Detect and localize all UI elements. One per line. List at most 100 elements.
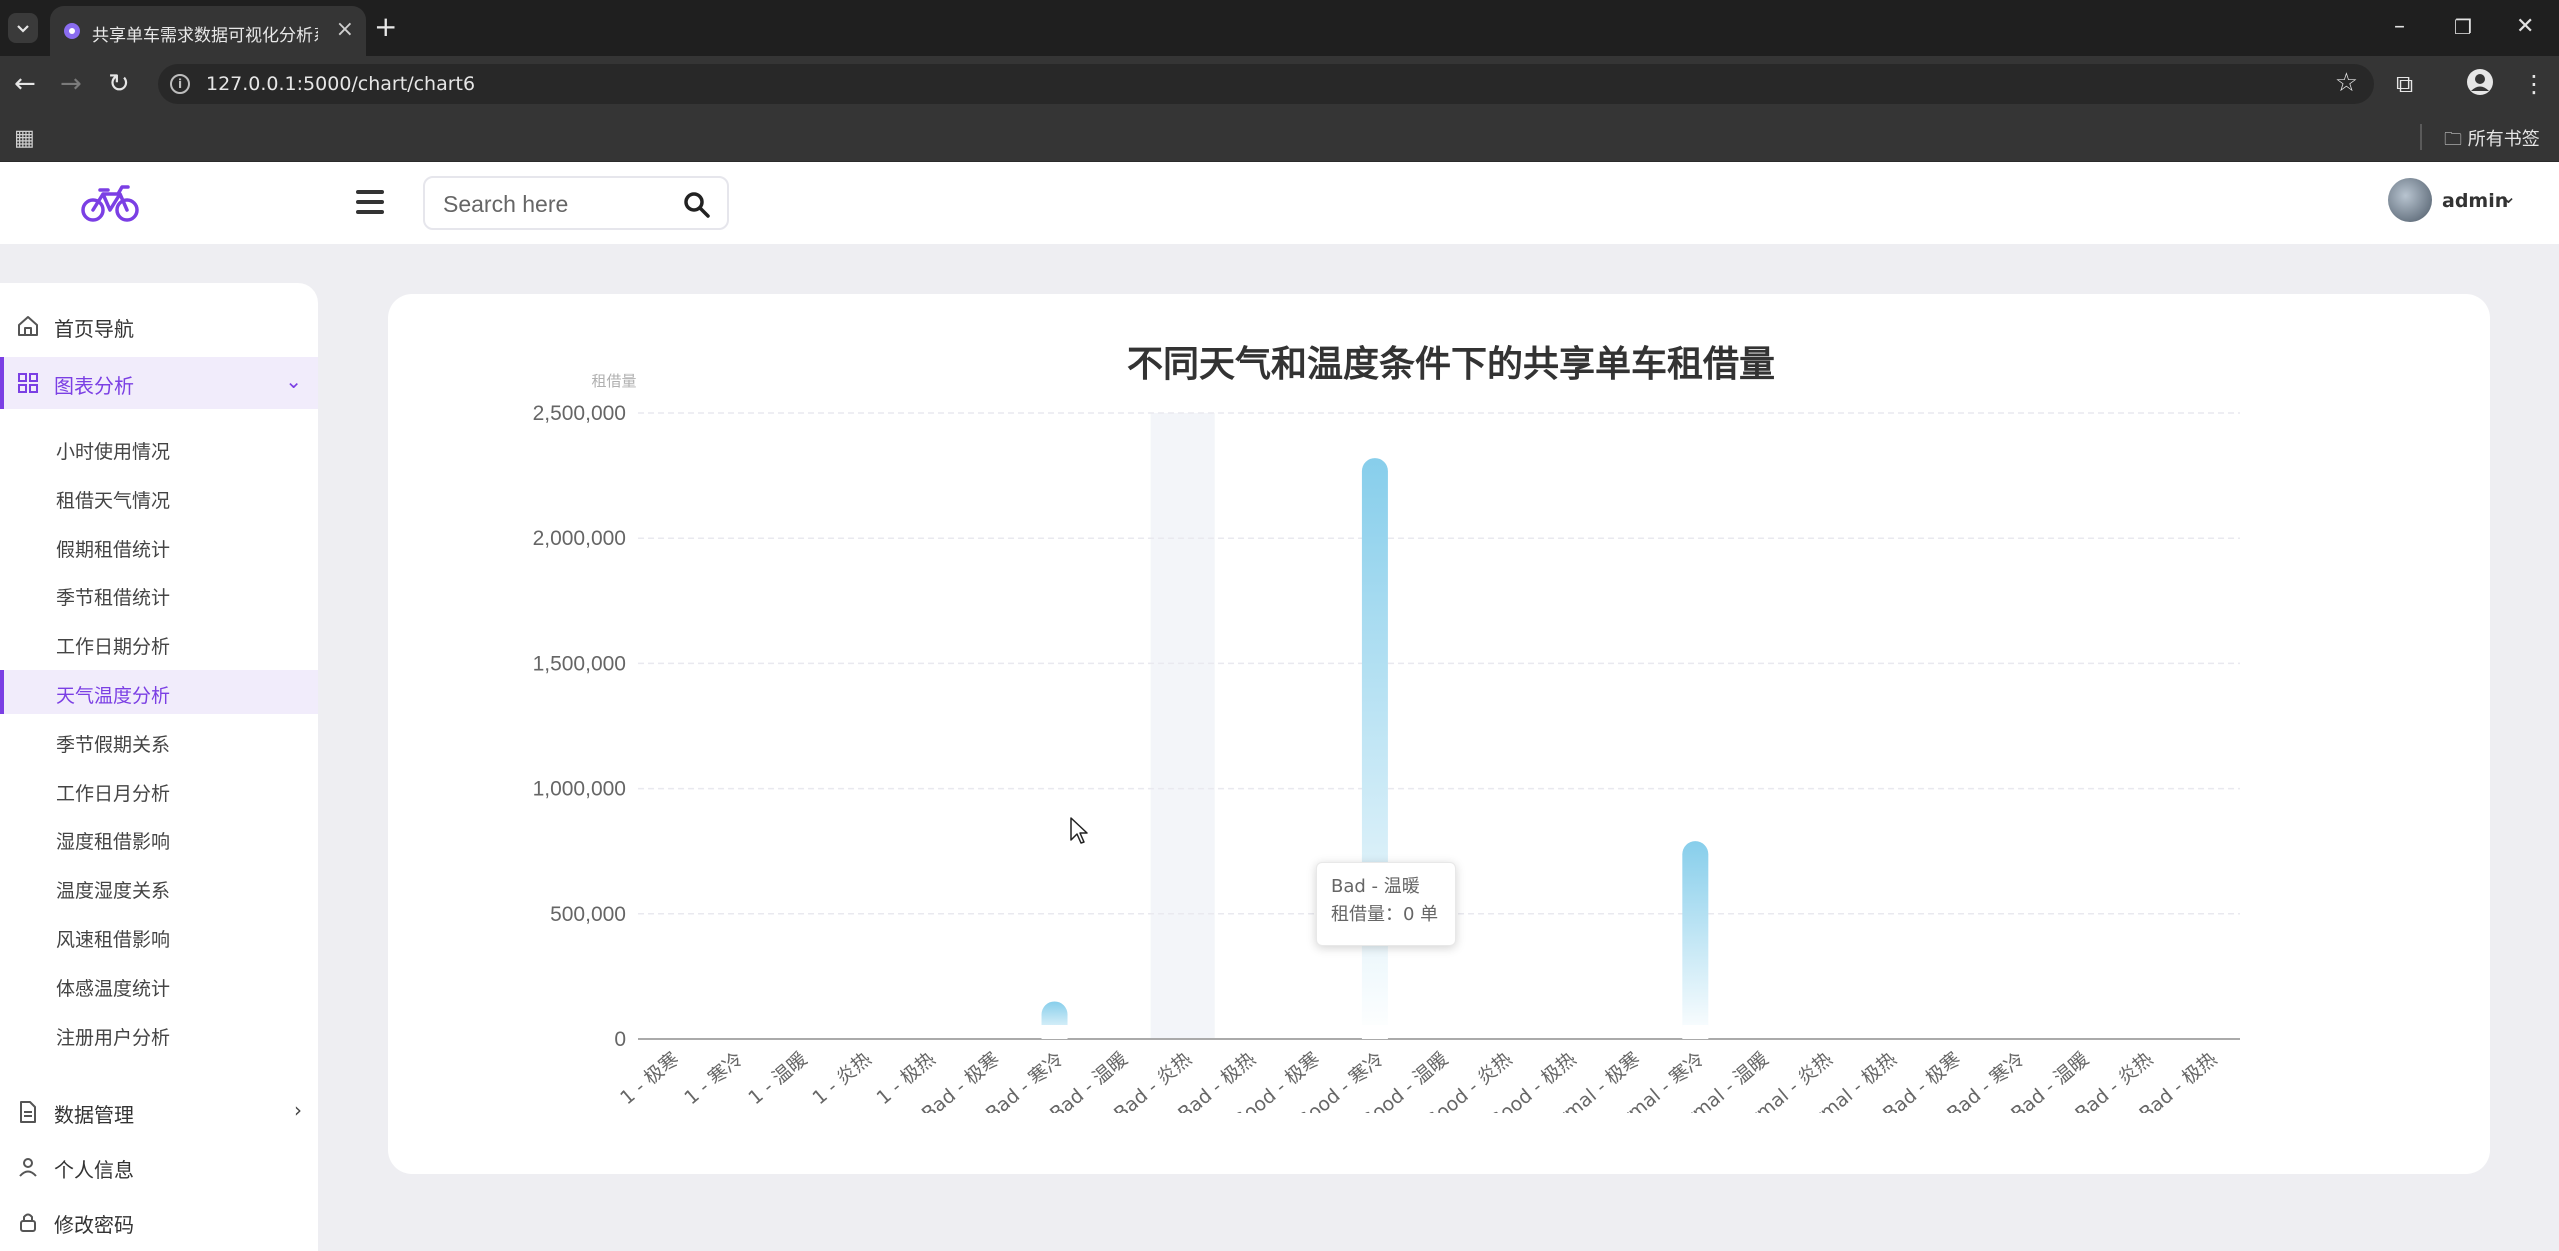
submenu-item[interactable]: 天气温度分析 bbox=[0, 670, 318, 714]
y-tick-label: 0 bbox=[614, 1028, 626, 1051]
new-tab-button[interactable]: + bbox=[374, 10, 397, 44]
chevron-down-icon: ⌄ bbox=[285, 369, 302, 393]
mouse-cursor-icon bbox=[1070, 817, 1088, 844]
submenu-item[interactable]: 季节假期关系 bbox=[0, 719, 318, 763]
bar-chart: 不同天气和温度条件下的共享单车租借量租借量 0 500,000 1,000,000 1,… bbox=[533, 344, 2240, 1156]
close-window-button[interactable]: ✕ bbox=[2516, 12, 2534, 42]
omnibox[interactable]: i 127.0.0.1:5000/chart/chart6 ☆ bbox=[158, 64, 2374, 104]
sidebar-item-label: 修改密码 bbox=[54, 1213, 134, 1237]
chevron-down-icon bbox=[17, 25, 29, 33]
submenu-item-label: 工作日月分析 bbox=[56, 782, 171, 805]
submenu-item-label: 假期租借统计 bbox=[56, 538, 171, 561]
sidebar: 首页导航 图表分析 ⌄ 小时使用情况 租借天气情况 假期租借统计 季节租借统计 工作日期… bbox=[0, 283, 318, 1251]
site-info-icon[interactable]: i bbox=[170, 74, 190, 94]
x-tick-label: Very Bad - 极寒 bbox=[1842, 1048, 1965, 1156]
sidebar-item-label: 数据管理 bbox=[54, 1103, 134, 1127]
file-icon bbox=[20, 1101, 36, 1123]
submenu-item-label: 注册用户分析 bbox=[56, 1026, 171, 1049]
close-tab-icon[interactable]: × bbox=[336, 18, 354, 42]
profile-icon[interactable] bbox=[2466, 68, 2494, 104]
bookmarks-divider bbox=[2420, 124, 2422, 150]
y-tick-label: 2,500,000 bbox=[533, 402, 626, 425]
x-tick-labels: 1 - 极寒1 - 寒冷1 - 温暖1 - 炎热1 - 极热Bad - 极寒Ba… bbox=[616, 1048, 2221, 1156]
submenu-item-label: 小时使用情况 bbox=[56, 441, 171, 463]
chart-tooltip: Bad - 温暖 租借量：0 单 bbox=[1316, 862, 1456, 946]
search-icon[interactable] bbox=[683, 191, 711, 219]
x-tick-label: Very Bad - 寒冷 bbox=[1906, 1048, 2029, 1156]
submenu-item[interactable]: 体感温度统计 bbox=[0, 963, 318, 1007]
extensions-icon[interactable]: ⧉ bbox=[2396, 68, 2413, 100]
submenu-item-label: 季节假期关系 bbox=[56, 733, 171, 756]
sidebar-item-profile[interactable]: 个人信息 bbox=[0, 1141, 318, 1193]
all-bookmarks-button[interactable]: 🗀 所有书签 bbox=[2444, 125, 2540, 157]
bar-base bbox=[1682, 1025, 1709, 1039]
sidebar-item-label: 个人信息 bbox=[54, 1158, 134, 1182]
chevron-right-icon: › bbox=[294, 1098, 302, 1122]
x-tick-label: Very Bad - 炎热 bbox=[2034, 1048, 2157, 1156]
bicycle-logo-icon[interactable] bbox=[80, 182, 140, 224]
tooltip-title: Bad - 温暖 bbox=[1331, 876, 1420, 897]
submenu-item-label: 湿度租借影响 bbox=[56, 831, 171, 854]
apps-grid-icon[interactable]: ▦ bbox=[14, 126, 35, 151]
submenu-item-label: 季节租借统计 bbox=[56, 587, 171, 610]
y-axis-label: 租借量 bbox=[591, 372, 636, 390]
y-tick-label: 2,000,000 bbox=[533, 527, 626, 550]
submenu-item[interactable]: 工作日期分析 bbox=[0, 621, 318, 665]
sidebar-item-label: 图表分析 bbox=[54, 374, 134, 398]
sidebar-item-change-password[interactable]: 修改密码 bbox=[0, 1196, 318, 1248]
submenu-item[interactable]: 注册用户分析 bbox=[0, 1012, 318, 1056]
restore-button[interactable]: ❐ bbox=[2454, 12, 2472, 42]
back-icon[interactable]: ← bbox=[14, 68, 36, 100]
avatar[interactable] bbox=[2388, 178, 2432, 222]
submenu-item[interactable]: 季节租借统计 bbox=[0, 572, 318, 616]
forward-icon[interactable]: → bbox=[60, 68, 82, 100]
submenu-item[interactable]: 湿度租借影响 bbox=[0, 816, 318, 860]
minimize-button[interactable]: – bbox=[2394, 12, 2405, 42]
submenu-item-label: 风速租借影响 bbox=[56, 929, 171, 951]
browser-tab-bar: 共享单车需求数据可视化分析系统 × + – ❐ ✕ bbox=[0, 0, 2559, 56]
bar bbox=[1361, 458, 1388, 1039]
home-icon bbox=[18, 316, 38, 336]
search-input[interactable] bbox=[443, 190, 663, 218]
chart-title: 不同天气和温度条件下的共享单车租借量 bbox=[1127, 344, 1775, 385]
tab-search-button[interactable] bbox=[8, 13, 38, 43]
bar-base bbox=[1041, 1025, 1068, 1039]
user-icon bbox=[19, 1158, 37, 1177]
sidebar-item-home[interactable]: 首页导航 bbox=[0, 300, 318, 352]
submenu-item-label: 工作日期分析 bbox=[56, 636, 171, 659]
tab-title: 共享单车需求数据可视化分析系统 bbox=[92, 26, 318, 46]
sidebar-item-data-management[interactable]: 数据管理 › bbox=[0, 1086, 318, 1138]
sidebar-item-charts[interactable]: 图表分析 ⌄ bbox=[0, 357, 318, 409]
submenu-item-label: 温度湿度关系 bbox=[56, 880, 171, 903]
address-bar-row: ← → ↻ i 127.0.0.1:5000/chart/chart6 ☆ ⧉ … bbox=[0, 56, 2559, 112]
grid-icon bbox=[18, 373, 38, 393]
url-text[interactable]: 127.0.0.1:5000/chart/chart6 bbox=[206, 73, 475, 95]
y-tick-label: 500,000 bbox=[550, 903, 626, 926]
submenu-item[interactable]: 温度湿度关系 bbox=[0, 865, 318, 909]
x-tick-label: 1 - 温暖 bbox=[744, 1048, 811, 1109]
submenu-item[interactable]: 假期租借统计 bbox=[0, 524, 318, 568]
reload-icon[interactable]: ↻ bbox=[108, 68, 130, 100]
y-tick-label: 1,500,000 bbox=[533, 652, 626, 675]
folder-icon: 🗀 bbox=[2444, 129, 2462, 150]
all-bookmarks-label: 所有书签 bbox=[2467, 129, 2540, 150]
x-tick-label: 1 - 炎热 bbox=[808, 1048, 875, 1109]
x-tick-label: 1 - 极寒 bbox=[616, 1048, 683, 1109]
hamburger-menu-icon[interactable] bbox=[356, 190, 384, 214]
sidebar-item-label: 首页导航 bbox=[54, 317, 134, 341]
submenu-item-label: 租借天气情况 bbox=[56, 489, 171, 512]
submenu-item[interactable]: 风速租借影响 bbox=[0, 914, 318, 958]
submenu-item[interactable]: 工作日月分析 bbox=[0, 768, 318, 812]
submenu-item-label: 体感温度统计 bbox=[56, 977, 171, 1000]
browser-menu-icon[interactable]: ⋮ bbox=[2522, 68, 2546, 100]
profile-avatar-icon bbox=[2467, 69, 2493, 95]
user-name[interactable]: admin bbox=[2442, 190, 2508, 212]
submenu-item[interactable]: 租借天气情况 bbox=[0, 475, 318, 519]
bookmarks-bar: ▦ 🗀 所有书签 bbox=[0, 112, 2559, 162]
bar bbox=[1682, 841, 1709, 1039]
browser-tab[interactable]: 共享单车需求数据可视化分析系统 × bbox=[50, 6, 366, 56]
submenu-item[interactable]: 小时使用情况 bbox=[0, 426, 318, 470]
bookmark-star-icon[interactable]: ☆ bbox=[2335, 68, 2358, 98]
chevron-down-icon[interactable]: ⌄ bbox=[2500, 184, 2517, 208]
app-header: admin ⌄ bbox=[0, 162, 2559, 244]
